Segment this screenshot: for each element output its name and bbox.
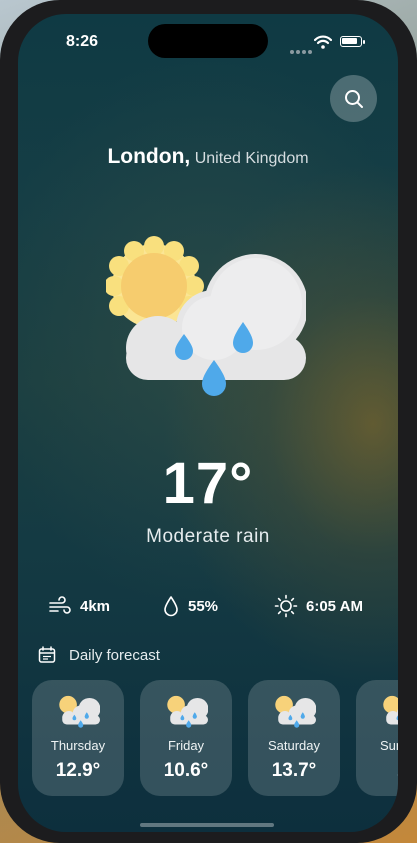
location-title: London, United Kingdom [18, 145, 398, 169]
sun-cloud-rain-icon [383, 695, 398, 725]
dynamic-island [148, 24, 268, 58]
forecast-temp: 13.7° [271, 760, 317, 781]
sun-icon [274, 594, 298, 618]
signal-dots-icon [290, 41, 314, 59]
current-temperature: 17° [162, 451, 254, 516]
calendar-icon [38, 646, 56, 663]
search-icon [344, 89, 363, 108]
wind-stat: 4km [48, 594, 110, 618]
forecast-day: Friday [167, 738, 205, 753]
humidity-value: 55% [188, 597, 219, 615]
forecast-day: Saturday [267, 738, 321, 753]
forecast-day: Sunday [379, 738, 398, 753]
forecast-title: Daily forecast [69, 646, 160, 664]
battery-icon [340, 36, 362, 47]
sunrise-value: 6:05 AM [306, 597, 363, 615]
status-time: 8:26 [66, 33, 99, 50]
forecast-temp: 1 [356, 760, 398, 782]
wind-icon [49, 596, 71, 614]
forecast-card-thursday[interactable]: Thursday 12.9° [32, 680, 124, 796]
forecast-day: Thursday [50, 738, 106, 753]
country-name: United Kingdom [194, 150, 309, 167]
sun-cloud-rain-icon [167, 695, 208, 728]
search-button[interactable] [330, 75, 377, 122]
forecast-card-sunday[interactable]: Sunday 1 [356, 680, 398, 796]
forecast-temp: 12.9° [55, 760, 101, 781]
wind-value: 4km [80, 597, 111, 615]
home-indicator[interactable] [140, 823, 274, 827]
sun-cloud-rain-icon [59, 695, 100, 728]
droplet-icon [164, 596, 178, 617]
forecast-header: Daily forecast [38, 646, 160, 664]
wifi-icon [314, 35, 332, 49]
city-name: London, [107, 145, 191, 168]
sun-cloud-rain-icon [106, 236, 306, 396]
status-icons [288, 35, 368, 54]
forecast-card-saturday[interactable]: Saturday 13.7° [248, 680, 340, 796]
phone-frame: 8:26 London, United Kingdom 17° Moderate… [0, 0, 417, 843]
daily-forecast-list[interactable]: Thursday 12.9° Friday 10.6° Saturday 13.… [32, 680, 398, 798]
humidity-stat: 55% [162, 594, 218, 618]
app-screen: 8:26 London, United Kingdom 17° Moderate… [18, 14, 398, 832]
forecast-card-friday[interactable]: Friday 10.6° [140, 680, 232, 796]
forecast-temp: 10.6° [163, 760, 209, 781]
sun-cloud-rain-icon [275, 695, 316, 728]
weather-condition: Moderate rain [146, 526, 270, 547]
sunrise-stat: 6:05 AM [274, 594, 363, 618]
